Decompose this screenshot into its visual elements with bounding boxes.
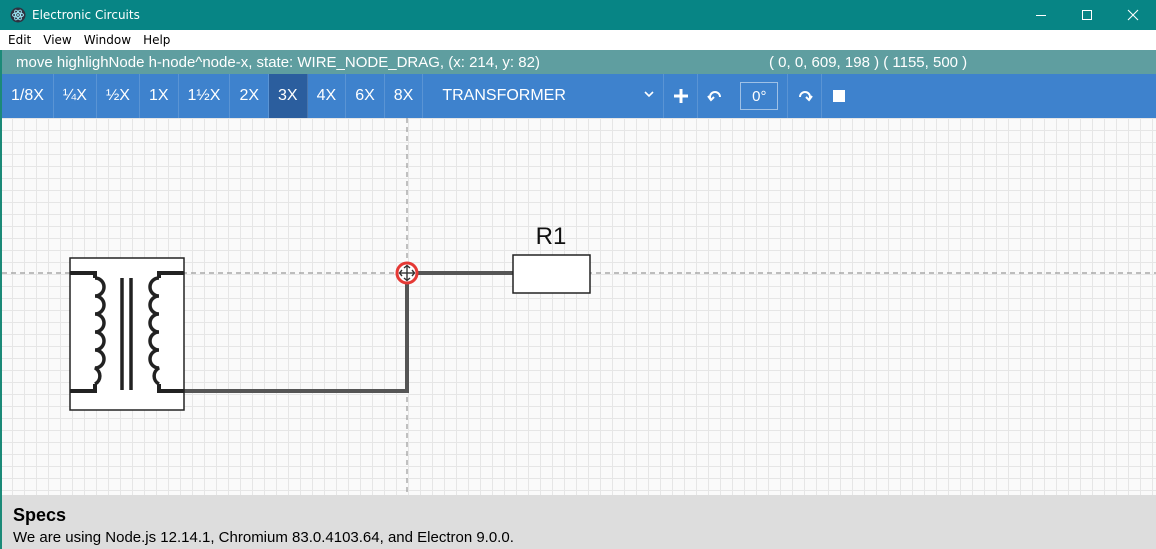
electron-app-icon <box>9 6 27 24</box>
circuit-canvas[interactable]: R1 <box>2 118 1156 495</box>
maximize-icon <box>1082 10 1092 20</box>
rotate-right-button[interactable] <box>787 74 821 118</box>
minimize-icon <box>1036 15 1046 16</box>
rotate-left-icon <box>707 91 721 102</box>
drag-node-handle[interactable] <box>395 261 419 285</box>
minimize-button[interactable] <box>1018 0 1064 30</box>
wire[interactable] <box>183 271 513 393</box>
menu-edit[interactable]: Edit <box>0 30 37 50</box>
app-window: Electronic Circuits Edit View Window Hel… <box>0 0 1156 549</box>
maximize-button[interactable] <box>1064 0 1110 30</box>
rotation-angle-field[interactable]: 0° <box>740 82 779 110</box>
component-select[interactable]: TRANSFORMER <box>423 74 663 118</box>
specs-panel: Specs We are using Node.js 12.14.1, Chro… <box>2 495 1156 549</box>
specs-text: We are using Node.js 12.14.1, Chromium 8… <box>13 529 514 546</box>
zoom-6x-button[interactable]: 6X <box>346 74 385 118</box>
rotate-left-button[interactable] <box>697 74 731 118</box>
window-title: Electronic Circuits <box>32 8 140 22</box>
zoom-4x-button[interactable]: 4X <box>308 74 347 118</box>
title-bar[interactable]: Electronic Circuits <box>0 0 1156 30</box>
resistor-label: R1 <box>536 223 567 250</box>
zoom-1-5x-button[interactable]: 1½X <box>179 74 231 118</box>
zoom-half-x-button[interactable]: ½X <box>97 74 140 118</box>
zoom-8x-button[interactable]: 8X <box>385 74 424 118</box>
zoom-1-8x-button[interactable]: 1/8X <box>2 74 54 118</box>
status-bar: move highlighNode h-node^node-x, state: … <box>2 50 1156 74</box>
add-component-button[interactable] <box>663 74 697 118</box>
status-coordinates: ( 0, 0, 609, 198 ) ( 1155, 500 ) <box>769 53 968 71</box>
zoom-3x-button[interactable]: 3X <box>269 74 308 118</box>
resistor-r1[interactable] <box>512 254 591 294</box>
chevron-down-icon <box>644 91 654 98</box>
status-message: move highlighNode h-node^node-x, state: … <box>16 53 540 71</box>
zoom-1x-button[interactable]: 1X <box>140 74 179 118</box>
menu-help[interactable]: Help <box>137 30 176 50</box>
close-button[interactable] <box>1110 0 1156 30</box>
rotate-right-icon <box>798 91 813 102</box>
component-select-value: TRANSFORMER <box>442 87 566 104</box>
specs-title: Specs <box>13 505 67 525</box>
toolbar: 1/8X ¼X ½X 1X 1½X 2X 3X 4X 6X 8X TRANSFO… <box>2 74 1156 118</box>
close-icon <box>1127 9 1139 21</box>
menu-bar: Edit View Window Help <box>0 30 1156 50</box>
menu-window[interactable]: Window <box>78 30 137 50</box>
transformer[interactable] <box>69 257 185 411</box>
window-controls <box>1018 0 1156 30</box>
square-icon <box>832 90 845 102</box>
plus-icon <box>673 89 688 103</box>
stop-button[interactable] <box>821 74 855 118</box>
menu-view[interactable]: View <box>37 30 77 50</box>
zoom-quarter-x-button[interactable]: ¼X <box>54 74 97 118</box>
zoom-2x-button[interactable]: 2X <box>230 74 270 118</box>
